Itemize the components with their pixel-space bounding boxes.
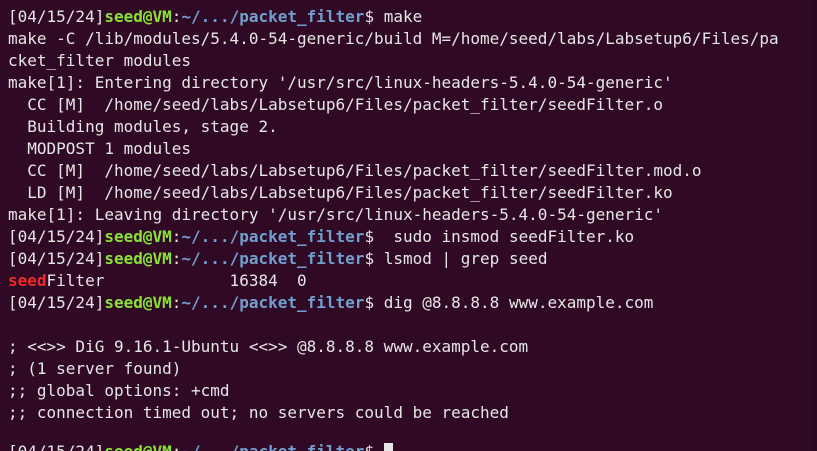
prompt-colon: : [171, 7, 182, 26]
prompt-colon: : [171, 293, 182, 312]
prompt-date: [04/15/24] [8, 7, 105, 26]
text-cursor [383, 443, 393, 451]
prompt-date: [04/15/24] [8, 442, 104, 451]
prompt-colon: : [172, 442, 182, 451]
output-line: ;; global options: +cmd [8, 381, 230, 400]
prompt-date: [04/15/24] [8, 293, 105, 312]
output-line: Building modules, stage 2. [8, 117, 278, 136]
prompt-line: [04/15/24]seed@VM:~/.../packet_filter$ d… [8, 292, 817, 314]
command-lsmod: lsmod | grep seed [374, 249, 548, 268]
prompt-line: [04/15/24]seed@VM:~/.../packet_filter$ m… [8, 6, 817, 28]
prompt-path: ~/.../packet_filter [181, 293, 365, 312]
prompt-path: ~/.../packet_filter [181, 249, 365, 268]
output-line: ; <<>> DiG 9.16.1-Ubuntu <<>> @8.8.8.8 w… [8, 337, 529, 356]
prompt-symbol: $ [364, 442, 374, 451]
output-line: make -C /lib/modules/5.4.0-54-generic/bu… [8, 29, 779, 48]
prompt-path: ~/.../packet_filter [181, 227, 365, 246]
prompt-date: [04/15/24] [8, 249, 105, 268]
output-line: MODPOST 1 modules [8, 139, 192, 158]
output-line: cket_filter modules [8, 51, 192, 70]
prompt-line: [04/15/24]seed@VM:~/.../packet_filter$ s… [8, 226, 817, 248]
output-line: ;; connection timed out; no servers coul… [8, 403, 509, 422]
prompt-line-current[interactable]: [04/15/24]seed@VM:~/.../packet_filter$ [8, 441, 393, 451]
output-line: CC [M] /home/seed/labs/Labsetup6/Files/p… [8, 161, 702, 180]
prompt-colon: : [171, 227, 182, 246]
output-line: make[1]: Entering directory '/usr/src/li… [8, 73, 673, 92]
output-line: make[1]: Leaving directory '/usr/src/lin… [8, 205, 664, 224]
prompt-user: seed@VM [104, 227, 172, 246]
output-line: LD [M] /home/seed/labs/Labsetup6/Files/p… [8, 183, 673, 202]
prompt-path: ~/.../packet_filter [181, 442, 364, 451]
prompt-symbol: $ [364, 293, 375, 312]
prompt-date: [04/15/24] [8, 227, 105, 246]
prompt-path: ~/.../packet_filter [181, 7, 365, 26]
command-insmod: sudo insmod seedFilter.ko [374, 227, 635, 246]
lsmod-output-rest: Filter 16384 0 [46, 271, 307, 290]
lsmod-output-line: seedFilter 16384 0 [8, 270, 817, 292]
scrollbar[interactable] [813, 0, 817, 451]
prompt-user: seed@VM [104, 442, 171, 451]
command-make: make [374, 7, 423, 26]
grep-match: seed [8, 271, 47, 290]
prompt-symbol: $ [364, 7, 375, 26]
prompt-user: seed@VM [104, 249, 172, 268]
terminal-window[interactable]: [04/15/24]seed@VM:~/.../packet_filter$ m… [0, 0, 817, 451]
prompt-symbol: $ [364, 249, 375, 268]
prompt-symbol: $ [364, 227, 375, 246]
output-line: CC [M] /home/seed/labs/Labsetup6/Files/p… [8, 95, 664, 114]
prompt-user: seed@VM [104, 293, 172, 312]
prompt-line: [04/15/24]seed@VM:~/.../packet_filter$ l… [8, 248, 817, 270]
prompt-user: seed@VM [104, 7, 172, 26]
command-dig: dig @8.8.8.8 www.example.com [374, 293, 654, 312]
prompt-colon: : [171, 249, 182, 268]
output-line: ; (1 server found) [8, 359, 182, 378]
